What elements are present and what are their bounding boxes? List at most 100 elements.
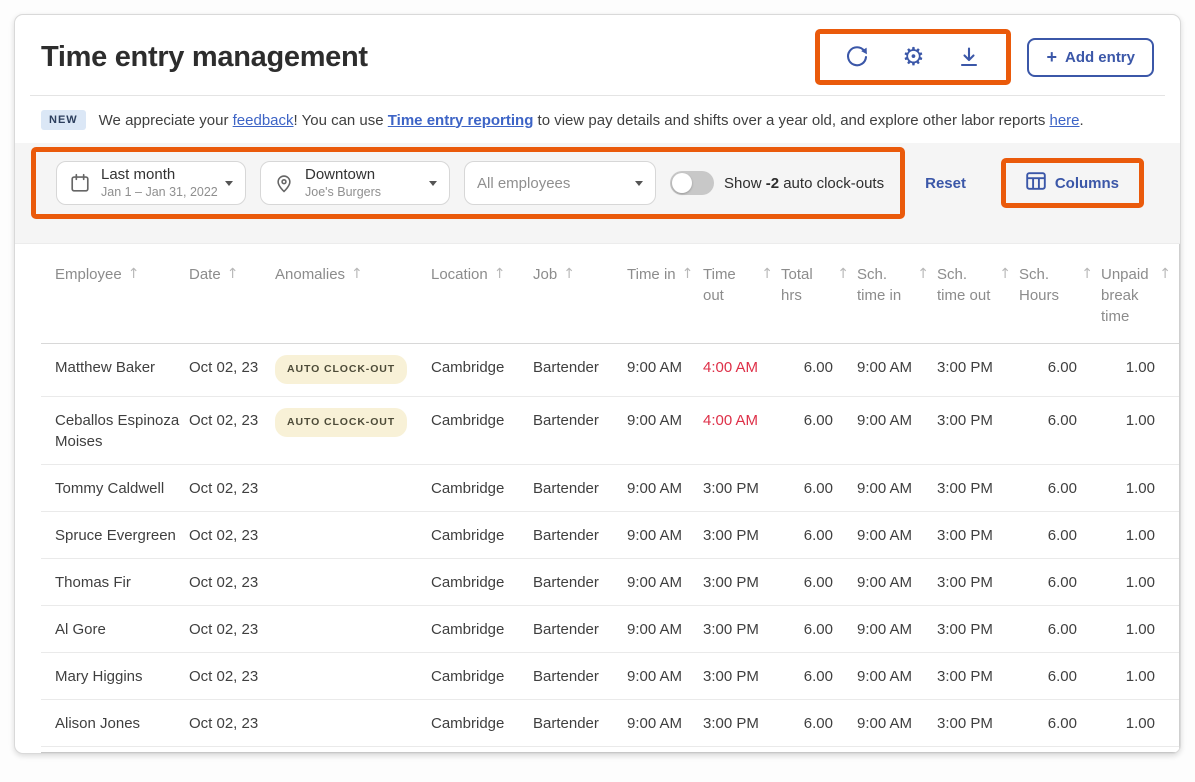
column-header-sch_time_in[interactable]: Sch. time in ↑: [857, 244, 937, 344]
cell-time_out: 3:00 PM: [703, 512, 781, 559]
cell-time_in: 9:00 AM: [627, 700, 703, 747]
table-row[interactable]: Thomas FirOct 02, 23CambridgeBartender9:…: [41, 559, 1179, 606]
time-entry-card: Time entry management ⚙ + Add entry NEW …: [14, 14, 1181, 754]
sort-arrow-icon[interactable]: ↑: [494, 264, 506, 285]
cell-job: Bartender: [533, 465, 627, 512]
column-header-date[interactable]: Date↑: [189, 244, 275, 344]
settings-gear-icon[interactable]: ⚙: [900, 44, 926, 70]
column-header-time_in[interactable]: Time in ↑: [627, 244, 703, 344]
table-row[interactable]: Al GoreOct 02, 23CambridgeBartender9:00 …: [41, 606, 1179, 653]
cell-total_hrs: 6.00: [781, 512, 857, 559]
chevron-down-icon: [635, 181, 643, 186]
column-header-total_hrs[interactable]: Total hrs↑: [781, 244, 857, 344]
cell-sch_time_in: 9:00 AM: [857, 700, 937, 747]
sort-arrow-icon[interactable]: ↑: [227, 264, 239, 285]
refresh-icon[interactable]: [844, 44, 870, 70]
auto-clock-outs-toggle-group: Show -2 auto clock-outs: [670, 171, 884, 195]
auto-clock-out-badge: AUTO CLOCK-OUT: [275, 408, 407, 437]
auto-clock-outs-toggle[interactable]: [670, 171, 714, 195]
feedback-link[interactable]: feedback: [233, 112, 294, 129]
cell-time_in: 9:00 AM: [627, 344, 703, 397]
new-badge: NEW: [41, 110, 86, 130]
cell-total_hrs: 6.00: [781, 653, 857, 700]
cell-unpaid_break: 1.00: [1101, 512, 1179, 559]
cell-anomalies: AUTO CLOCK-OUT: [275, 397, 431, 465]
cell-sch_hours: 6.00: [1019, 700, 1101, 747]
employees-placeholder: All employees: [477, 175, 570, 192]
annotation-box-columns: Columns: [1001, 158, 1144, 208]
columns-button[interactable]: Columns: [1018, 170, 1127, 196]
cell-sch_hours: 6.00: [1019, 512, 1101, 559]
column-header-sch_hours[interactable]: Sch. Hours↑: [1019, 244, 1101, 344]
cell-anomalies: [275, 700, 431, 747]
time-entry-reporting-link[interactable]: Time entry reporting: [388, 112, 534, 129]
table-row[interactable]: Ceballos Espinoza MoisesOct 02, 23AUTO C…: [41, 397, 1179, 465]
column-label: Location: [431, 264, 488, 285]
calendar-icon: [69, 172, 91, 194]
sort-arrow-icon[interactable]: ↑: [917, 264, 929, 285]
cell-date: Oct 02, 23: [189, 700, 275, 747]
cell-anomalies: AUTO CLOCK-OUT: [275, 344, 431, 397]
column-label: Time in: [627, 264, 676, 285]
cell-employee: Spruce Evergreen: [41, 512, 189, 559]
horizontal-scrollbar[interactable]: [41, 752, 1179, 754]
sort-arrow-icon[interactable]: ↑: [761, 264, 773, 285]
cell-unpaid_break: 1.00: [1101, 700, 1179, 747]
cell-anomalies: [275, 653, 431, 700]
cell-employee: Tommy Caldwell: [41, 465, 189, 512]
location-sublabel: Joe's Burgers: [305, 184, 419, 200]
sort-arrow-icon[interactable]: ↑: [837, 264, 849, 285]
table-row[interactable]: Alison JonesOct 02, 23CambridgeBartender…: [41, 700, 1179, 747]
time-entries-table: Employee↑Date↑Anomalies↑Location↑Job↑Tim…: [41, 244, 1180, 754]
column-header-time_out[interactable]: Time out ↑: [703, 244, 781, 344]
column-header-location[interactable]: Location ↑: [431, 244, 533, 344]
date-range-select[interactable]: Last month Jan 1 – Jan 31, 2022: [56, 161, 246, 205]
column-header-job[interactable]: Job↑: [533, 244, 627, 344]
cell-job: Bartender: [533, 653, 627, 700]
sort-arrow-icon[interactable]: ↑: [1159, 264, 1171, 285]
toggle-knob: [672, 173, 692, 193]
cell-sch_time_out: 3:00 PM: [937, 397, 1019, 465]
column-label: Sch. time in: [857, 264, 911, 306]
cell-date: Oct 02, 23: [189, 465, 275, 512]
sort-arrow-icon[interactable]: ↑: [351, 264, 363, 285]
download-icon[interactable]: [956, 44, 982, 70]
date-range-label: Last month: [101, 166, 215, 184]
sort-arrow-icon[interactable]: ↑: [563, 264, 575, 285]
cell-sch_time_in: 9:00 AM: [857, 653, 937, 700]
sort-arrow-icon[interactable]: ↑: [682, 264, 694, 285]
employees-select[interactable]: All employees: [464, 161, 656, 205]
column-header-unpaid_break[interactable]: Unpaid break time↑: [1101, 244, 1179, 344]
sort-arrow-icon[interactable]: ↑: [999, 264, 1011, 285]
cell-sch_hours: 6.00: [1019, 465, 1101, 512]
reset-button[interactable]: Reset: [925, 175, 966, 192]
sort-arrow-icon[interactable]: ↑: [1081, 264, 1093, 285]
table-row[interactable]: Spruce EvergreenOct 02, 23CambridgeBarte…: [41, 512, 1179, 559]
cell-total_hrs: 6.00: [781, 700, 857, 747]
column-label: Anomalies: [275, 264, 345, 285]
cell-total_hrs: 6.00: [781, 397, 857, 465]
date-range-value: Jan 1 – Jan 31, 2022: [101, 184, 215, 200]
cell-anomalies: [275, 559, 431, 606]
column-header-sch_time_out[interactable]: Sch. time out ↑: [937, 244, 1019, 344]
cell-time_in: 9:00 AM: [627, 397, 703, 465]
sort-arrow-icon[interactable]: ↑: [128, 264, 140, 285]
here-link[interactable]: here: [1050, 112, 1080, 129]
cell-unpaid_break: 1.00: [1101, 344, 1179, 397]
table-row[interactable]: Tommy CaldwellOct 02, 23CambridgeBartend…: [41, 465, 1179, 512]
add-entry-button[interactable]: + Add entry: [1027, 38, 1154, 77]
table-row[interactable]: Mary HigginsOct 02, 23CambridgeBartender…: [41, 653, 1179, 700]
annotation-box-toolbar: ⚙: [815, 29, 1011, 85]
table-row[interactable]: Matthew BakerOct 02, 23AUTO CLOCK-OUTCam…: [41, 344, 1179, 397]
location-select[interactable]: Downtown Joe's Burgers: [260, 161, 450, 205]
cell-unpaid_break: 1.00: [1101, 653, 1179, 700]
cell-time_in: 9:00 AM: [627, 465, 703, 512]
cell-sch_hours: 6.00: [1019, 559, 1101, 606]
cell-sch_time_in: 9:00 AM: [857, 512, 937, 559]
column-label: Time out: [703, 264, 755, 306]
cell-employee: Al Gore: [41, 606, 189, 653]
column-label: Sch. time out: [937, 264, 993, 306]
column-label: Employee: [55, 264, 122, 285]
column-header-employee[interactable]: Employee ↑: [41, 244, 189, 344]
column-header-anomalies[interactable]: Anomalies ↑: [275, 244, 431, 344]
